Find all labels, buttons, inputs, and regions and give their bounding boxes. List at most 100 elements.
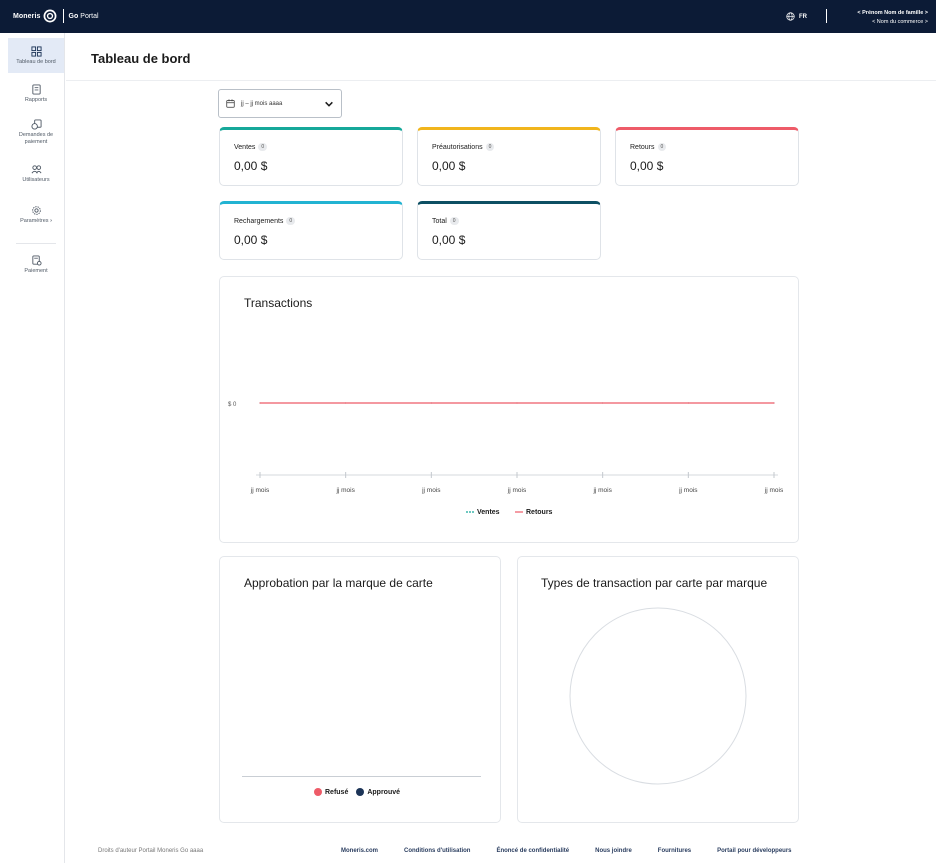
language-label: FR — [799, 13, 807, 20]
footer-links: Moneris.com Conditions d'utilisation Éno… — [341, 848, 792, 854]
gear-icon — [31, 206, 41, 215]
sidebar-item-payment[interactable]: Paiement — [8, 255, 64, 275]
data-point — [687, 402, 689, 404]
count-badge: 0 — [485, 143, 495, 151]
pie-chart — [569, 607, 747, 785]
count-badge: 0 — [286, 217, 296, 225]
top-bar: Moneris Go Portal FR < Prénom Nom de fam… — [0, 0, 936, 33]
data-point — [773, 402, 775, 404]
metric-card-sales[interactable]: Ventes 0 0,00 $ — [219, 127, 403, 186]
x-tick-label: jj mois — [335, 487, 355, 494]
metric-value: 0,00 $ — [630, 159, 664, 173]
approval-panel: Approbation par la marque de carte Refus… — [219, 556, 501, 823]
sidebar-item-dashboard[interactable]: Tableau de bord — [8, 38, 64, 73]
user-menu[interactable]: < Prénom Nom de famille > < Nom du comme… — [857, 9, 928, 27]
x-tick-label: jj mois — [764, 487, 784, 494]
approval-title: Approbation par la marque de carte — [244, 576, 433, 590]
empty-pie-outline — [569, 607, 747, 785]
approval-legend: Refusé Approuvé — [314, 788, 400, 796]
report-icon — [31, 84, 41, 95]
sidebar-item-settings[interactable]: Paramètres › — [8, 205, 64, 225]
transaction-types-panel: Types de transaction par carte par marqu… — [517, 556, 799, 823]
brand-divider — [62, 9, 64, 23]
approved-legend-dot — [356, 788, 365, 796]
metric-label-text: Rechargements — [234, 217, 284, 225]
metric-card-total[interactable]: Total 0 0,00 $ — [417, 201, 601, 260]
chevron-down-icon — [325, 101, 333, 107]
product-portal: Portal — [80, 12, 99, 20]
metric-value: 0,00 $ — [432, 233, 466, 247]
users-icon — [31, 165, 41, 174]
metric-label: Total 0 — [432, 217, 459, 225]
chart-axis-line — [242, 776, 481, 777]
metric-label-text: Retours — [630, 143, 655, 151]
y-tick-label: $ 0 — [228, 402, 237, 408]
metric-card-preauthorizations[interactable]: Préautorisations 0 0,00 $ — [417, 127, 601, 186]
x-tick-label: jj mois — [507, 487, 527, 494]
sidebar-item-users[interactable]: Utilisateurs — [8, 164, 64, 184]
metric-card-reloads[interactable]: Rechargements 0 0,00 $ — [219, 201, 403, 260]
metric-value: 0,00 $ — [432, 159, 466, 173]
transactions-panel: Transactions $ 0 jj mois jj mois jj mois jj … — [219, 276, 799, 543]
metric-label: Ventes 0 — [234, 143, 268, 151]
metric-label: Retours 0 — [630, 143, 667, 151]
payment-terminal-icon — [31, 255, 42, 266]
footer-link-terms[interactable]: Conditions d'utilisation — [404, 848, 470, 854]
declined-legend-dot — [314, 788, 322, 796]
sidebar-divider — [16, 243, 56, 244]
data-point — [602, 402, 604, 404]
sidebar-item-label: Tableau de bord — [16, 59, 56, 65]
transactions-chart: $ 0 jj mois jj mois jj mois jj mois jj mois jj… — [228, 402, 784, 516]
brand-name: Moneris — [13, 12, 41, 20]
language-switcher[interactable]: FR — [786, 12, 807, 21]
sidebar-item-payment-requests[interactable]: Demandes de paiement — [8, 119, 64, 146]
footer-link-developers[interactable]: Portail pour développeurs — [717, 848, 791, 854]
merchant-name: < Nom du commerce > — [872, 19, 928, 25]
chevron-right-icon: › — [50, 218, 52, 224]
payment-request-icon — [30, 119, 42, 130]
footer-link-contact[interactable]: Nous joindre — [595, 848, 632, 854]
calendar-icon — [226, 99, 235, 108]
metric-value: 0,00 $ — [234, 159, 268, 173]
globe-icon — [786, 12, 795, 21]
brand[interactable]: Moneris Go Portal — [13, 9, 99, 23]
moneris-logo-icon — [43, 9, 56, 23]
sidebar-item-label: Rapports — [24, 97, 48, 103]
sidebar-item-label: Paiement — [24, 268, 48, 274]
metric-label-text: Préautorisations — [432, 143, 483, 151]
sidebar-item-label: Demandes de paiement — [18, 132, 54, 145]
metric-card-refunds[interactable]: Retours 0 0,00 $ — [615, 127, 799, 186]
product-go: Go — [68, 12, 79, 20]
declined-legend-label: Refusé — [325, 788, 349, 796]
date-range-value: jj – jj mois aaaa — [241, 100, 283, 107]
footer-link-privacy[interactable]: Énoncé de confidentialité — [496, 848, 569, 854]
x-tick-label: jj mois — [678, 487, 698, 494]
metric-value: 0,00 $ — [234, 233, 268, 247]
sidebar-item-label: Utilisateurs — [22, 177, 50, 183]
topbar-divider — [826, 9, 827, 23]
sidebar-item-reports[interactable]: Rapports — [8, 84, 64, 104]
count-badge: 0 — [258, 143, 268, 151]
x-tick-label: jj mois — [250, 487, 270, 494]
legend-label: Retours — [526, 509, 553, 516]
approved-legend-label: Approuvé — [367, 788, 401, 796]
user-name: < Prénom Nom de famille > — [857, 10, 928, 16]
footer-link-supplies[interactable]: Fournitures — [658, 848, 691, 854]
copyright-text: Droits d'auteur Portail Moneris Go aaaa — [98, 848, 204, 854]
count-badge: 0 — [449, 217, 459, 225]
page-header: Tableau de bord — [66, 33, 936, 81]
x-tick-label: jj mois — [592, 487, 612, 494]
footer-link-moneris[interactable]: Moneris.com — [341, 848, 378, 854]
data-point — [345, 402, 347, 404]
data-point — [516, 402, 518, 404]
data-point — [430, 402, 432, 404]
dashboard-icon — [30, 46, 42, 57]
date-range-picker[interactable]: jj – jj mois aaaa — [218, 89, 342, 118]
metric-label-text: Ventes — [234, 143, 256, 151]
count-badge: 0 — [657, 143, 667, 151]
metric-label-text: Total — [432, 217, 447, 225]
legend-label: Ventes — [477, 509, 500, 516]
footer: Droits d'auteur Portail Moneris Go aaaa … — [66, 840, 936, 863]
x-tick-label: jj mois — [421, 487, 441, 494]
metric-label: Préautorisations 0 — [432, 143, 495, 151]
